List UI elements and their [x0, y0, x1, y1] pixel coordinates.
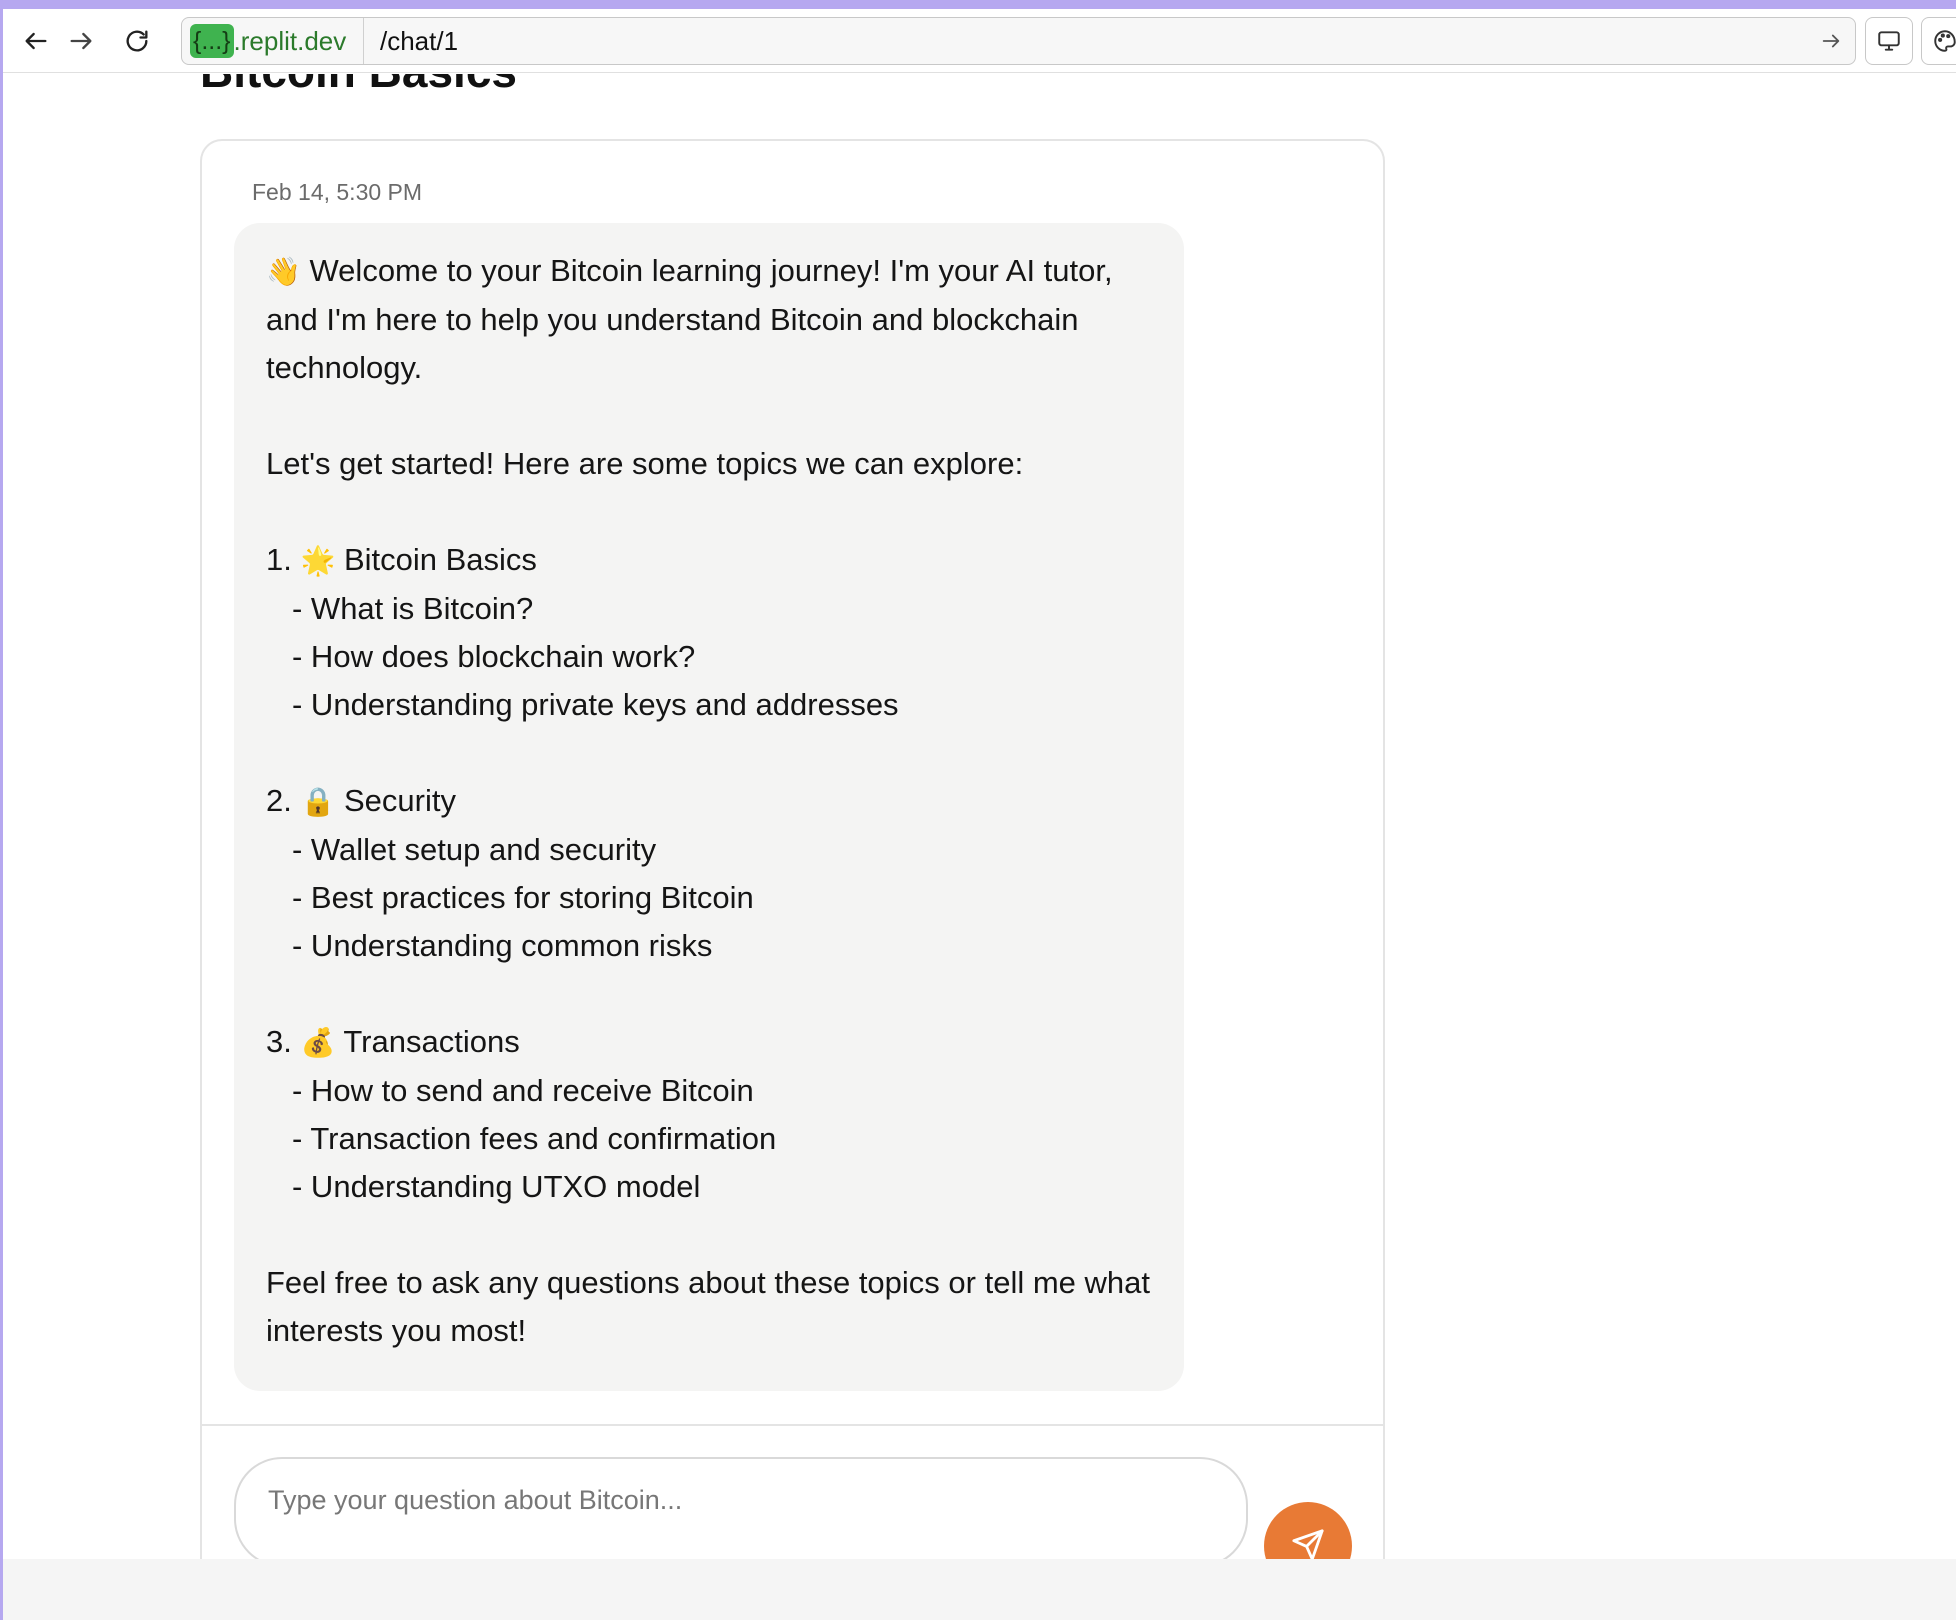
send-icon [1292, 1529, 1324, 1561]
section-number: 2. [266, 783, 301, 818]
monitor-icon [1878, 31, 1900, 51]
arrow-right-icon [70, 32, 92, 50]
message-timestamp: Feb 14, 5:30 PM [252, 179, 423, 205]
divider [202, 1424, 1383, 1426]
browser-toolbar: {...} .replit.dev /chat/1 [3, 9, 1956, 73]
list-item: - Understanding private keys and address… [292, 687, 899, 722]
section-title: Bitcoin Basics [335, 542, 537, 577]
address-bar[interactable]: {...} .replit.dev /chat/1 [181, 17, 1856, 65]
window-accent-top [0, 0, 1956, 9]
list-item: - How to send and receive Bitcoin [292, 1073, 754, 1108]
assistant-message-bubble: 👋 Welcome to your Bitcoin learning journ… [234, 223, 1184, 1391]
question-input-box[interactable] [234, 1457, 1248, 1567]
window-accent-left [0, 9, 3, 1620]
list-item: - How does blockchain work? [292, 639, 696, 674]
devices-button[interactable] [1865, 17, 1913, 65]
reload-button[interactable] [117, 21, 157, 61]
forward-button[interactable] [61, 21, 101, 61]
reload-icon [126, 30, 148, 52]
section-heading: 1. 🌟 Bitcoin Basics [266, 536, 1154, 585]
lead-text: Let's get started! Here are some topics … [266, 446, 1024, 481]
intro-paragraph: 👋 Welcome to your Bitcoin learning journ… [266, 247, 1154, 392]
bottom-strip [3, 1559, 1956, 1620]
section-heading: 3. 💰 Transactions [266, 1018, 1154, 1067]
lock-icon: 🔒 [300, 785, 336, 818]
host-badge: {...} [190, 24, 234, 58]
host-domain: .replit.dev [233, 25, 347, 56]
url-path[interactable]: /chat/1 [380, 18, 458, 64]
back-button[interactable] [16, 21, 56, 61]
section-title: Security [335, 783, 456, 818]
list-item: - Understanding UTXO model [292, 1169, 701, 1204]
list-item: - Wallet setup and security [292, 832, 657, 867]
list-item: - Best practices for storing Bitcoin [292, 880, 754, 915]
chat-card: Feb 14, 5:30 PM 👋 Welcome to your Bitcoi… [200, 139, 1385, 1590]
question-input[interactable] [266, 1479, 1210, 1521]
money-bag-icon: 💰 [300, 1026, 336, 1059]
intro-text: Welcome to your Bitcoin learning journey… [266, 253, 1113, 385]
arrow-left-icon [25, 32, 47, 50]
arrow-right-icon [1822, 34, 1840, 48]
url-host: {...} .replit.dev [182, 18, 364, 64]
list-item: - Understanding common risks [292, 928, 713, 963]
list-item: - Transaction fees and confirmation [292, 1121, 777, 1156]
star-icon: 🌟 [300, 544, 336, 577]
closing-paragraph: Feel free to ask any questions about the… [266, 1265, 1150, 1348]
section-heading: 2. 🔒 Security [266, 777, 1154, 826]
section-number: 1. [266, 542, 301, 577]
palette-icon [1934, 30, 1956, 52]
list-item: - What is Bitcoin? [292, 591, 534, 626]
section-title: Transactions [335, 1024, 520, 1059]
waving-hand-icon: 👋 [266, 255, 301, 288]
section-number: 3. [266, 1024, 301, 1059]
theme-button[interactable] [1921, 17, 1956, 65]
url-go-button[interactable] [1817, 27, 1845, 55]
